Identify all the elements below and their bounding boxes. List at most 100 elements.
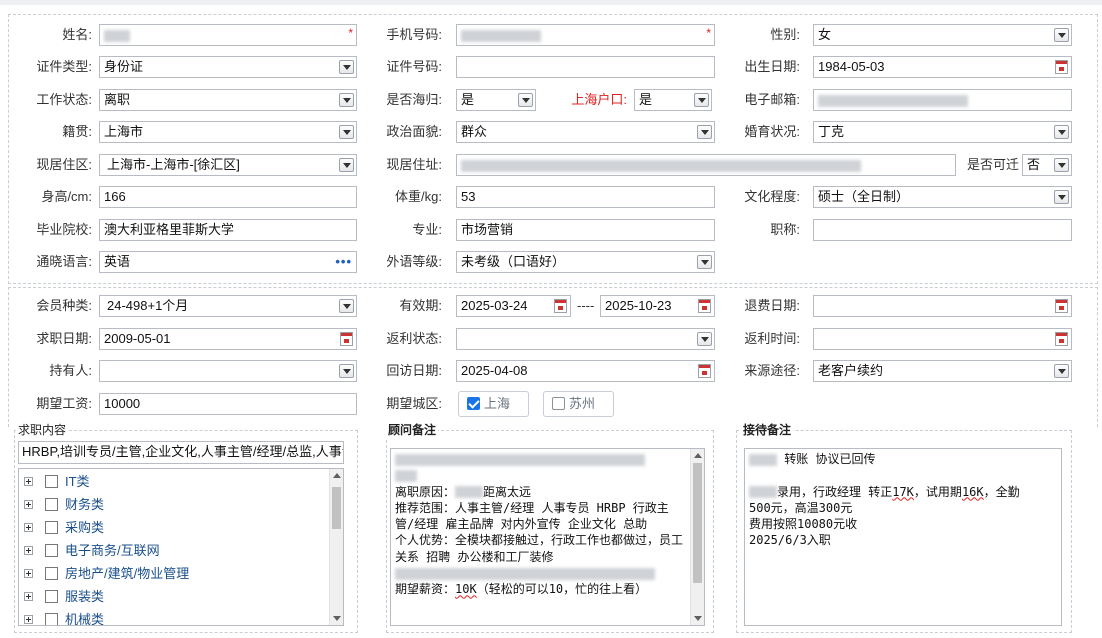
checkbox-icon[interactable] (45, 475, 58, 488)
chevron-down-icon[interactable] (339, 158, 354, 172)
relocate-select[interactable]: 否 (1022, 154, 1072, 176)
job-date-input[interactable]: 2009-05-01 (99, 328, 357, 350)
expand-icon[interactable] (24, 500, 33, 509)
calendar-icon[interactable] (554, 299, 567, 313)
checkbox-icon[interactable] (45, 613, 58, 625)
foreign-level-select[interactable]: 未考级（口语好） (456, 251, 715, 273)
scroll-down-icon[interactable] (333, 616, 341, 621)
work-status-select[interactable]: 离职 (99, 89, 357, 111)
city-checkbox-suzhou[interactable]: 苏州 (543, 391, 614, 417)
scroll-up-icon[interactable] (694, 453, 702, 458)
visit-date-input[interactable]: 2025-04-08 (456, 360, 715, 382)
calendar-icon[interactable] (340, 332, 353, 346)
marital-select[interactable]: 丁克 (813, 121, 1072, 143)
chevron-down-icon[interactable] (1054, 158, 1069, 172)
advisor-notes-textarea[interactable]: 离职原因： 距离太远 推荐范围：人事主管/经理 人事专员 HRBP 行政主管/经理… (390, 448, 705, 626)
political-select[interactable]: 群众 (456, 121, 715, 143)
visit-date-value: 2025-04-08 (461, 363, 528, 378)
checkbox-checked-icon[interactable] (467, 397, 480, 410)
chevron-down-icon[interactable] (339, 364, 354, 378)
tree-scrollbar[interactable] (329, 469, 343, 625)
height-input[interactable]: 166 (99, 186, 357, 208)
phone-input[interactable]: * (456, 24, 715, 46)
chevron-down-icon[interactable] (697, 255, 712, 269)
source-select[interactable]: 老客户续约 (813, 360, 1072, 382)
birth-date-input[interactable]: 1984-05-03 (813, 56, 1072, 78)
residence-value: 上海市-上海市-[徐汇区] (107, 157, 240, 172)
expand-icon[interactable] (24, 569, 33, 578)
school-input[interactable]: 澳大利亚格里菲斯大学 (99, 219, 357, 241)
top-strip (0, 0, 1102, 5)
chevron-down-icon[interactable] (1054, 28, 1069, 42)
validity-start-input[interactable]: 2025-03-24 (456, 295, 571, 317)
checkbox-icon[interactable] (45, 544, 58, 557)
chevron-down-icon[interactable] (697, 125, 712, 139)
checkbox-unchecked-icon[interactable] (552, 397, 565, 410)
chevron-down-icon[interactable] (339, 125, 354, 139)
email-input[interactable] (813, 89, 1072, 111)
chevron-down-icon[interactable] (694, 93, 709, 107)
gender-select[interactable]: 女 (813, 24, 1072, 46)
chevron-down-icon[interactable] (339, 299, 354, 313)
rebate-time-input[interactable] (813, 328, 1072, 350)
id-number-input[interactable] (456, 56, 715, 78)
address-input[interactable] (456, 154, 956, 176)
refund-date-input[interactable] (813, 295, 1072, 317)
calendar-icon[interactable] (698, 364, 711, 378)
scrollbar-thumb[interactable] (332, 487, 341, 529)
salary-input[interactable]: 10000 (99, 393, 357, 415)
gender-label: 性别: (770, 27, 800, 42)
education-select[interactable]: 硕士（全日制） (813, 186, 1072, 208)
title-input[interactable] (813, 219, 1072, 241)
calendar-icon[interactable] (1055, 299, 1068, 313)
calendar-icon[interactable] (698, 299, 711, 313)
political-value: 群众 (461, 124, 488, 139)
hukou-select[interactable]: 是 (634, 89, 712, 111)
checkbox-icon[interactable] (45, 498, 58, 511)
job-category-tree[interactable]: IT类 财务类 采购类 电子商务/互联网 房地产/建筑/物业管理 服装类 机械类 (18, 468, 344, 626)
reason-label: 离职原因： (395, 484, 456, 499)
reception-notes-textarea[interactable]: 转账 协议已回传 录用，行政经理 转正17K，试用期16K，全勤 500元，高温… (744, 448, 1062, 626)
holder-select[interactable] (99, 360, 357, 382)
checkbox-icon[interactable] (45, 590, 58, 603)
residence-select[interactable]: 上海市-上海市-[徐汇区] (99, 154, 357, 176)
expand-icon[interactable] (24, 592, 33, 601)
major-input[interactable]: 市场营销 (456, 219, 715, 241)
weight-input[interactable]: 53 (456, 186, 715, 208)
name-input[interactable]: * (99, 24, 357, 46)
validity-end-input[interactable]: 2025-10-23 (600, 295, 715, 317)
chevron-down-icon[interactable] (1054, 364, 1069, 378)
language-input[interactable]: 英语 ••• (99, 251, 357, 273)
relocate-label: 是否可迁 (966, 157, 1019, 172)
expand-icon[interactable] (24, 615, 33, 624)
job-summary-input[interactable]: HRBP,培训专员/主管,企业文化,人事主管/经理/总监,人事专 (18, 441, 344, 464)
chevron-down-icon[interactable] (339, 60, 354, 74)
reception-line-4: 费用按照10080元收 (749, 517, 858, 532)
id-type-select[interactable]: 身份证 (99, 56, 357, 78)
expand-icon[interactable] (24, 477, 33, 486)
rebate-status-select[interactable] (456, 328, 715, 350)
calendar-icon[interactable] (1055, 60, 1068, 74)
expand-icon[interactable] (24, 546, 33, 555)
chevron-down-icon[interactable] (697, 332, 712, 346)
city-option-label: 苏州 (569, 396, 596, 411)
native-select[interactable]: 上海市 (99, 121, 357, 143)
checkbox-icon[interactable] (45, 521, 58, 534)
required-asterisk: * (706, 26, 711, 40)
expand-icon[interactable] (24, 523, 33, 532)
chevron-down-icon[interactable] (339, 93, 354, 107)
member-type-select[interactable]: 24-498+1个月 (99, 295, 357, 317)
chevron-down-icon[interactable] (518, 93, 533, 107)
chevron-down-icon[interactable] (1054, 190, 1069, 204)
scroll-down-icon[interactable] (694, 616, 702, 621)
scroll-up-icon[interactable] (333, 473, 341, 478)
chevron-down-icon[interactable] (1054, 125, 1069, 139)
checkbox-icon[interactable] (45, 567, 58, 580)
more-icon[interactable]: ••• (335, 252, 352, 272)
returnee-select[interactable]: 是 (456, 89, 536, 111)
scrollbar-thumb[interactable] (693, 463, 702, 583)
phone-label: 手机号码: (386, 27, 442, 42)
advisor-notes-scrollbar[interactable] (690, 449, 704, 625)
city-checkbox-shanghai[interactable]: 上海 (458, 391, 529, 417)
calendar-icon[interactable] (1055, 332, 1068, 346)
